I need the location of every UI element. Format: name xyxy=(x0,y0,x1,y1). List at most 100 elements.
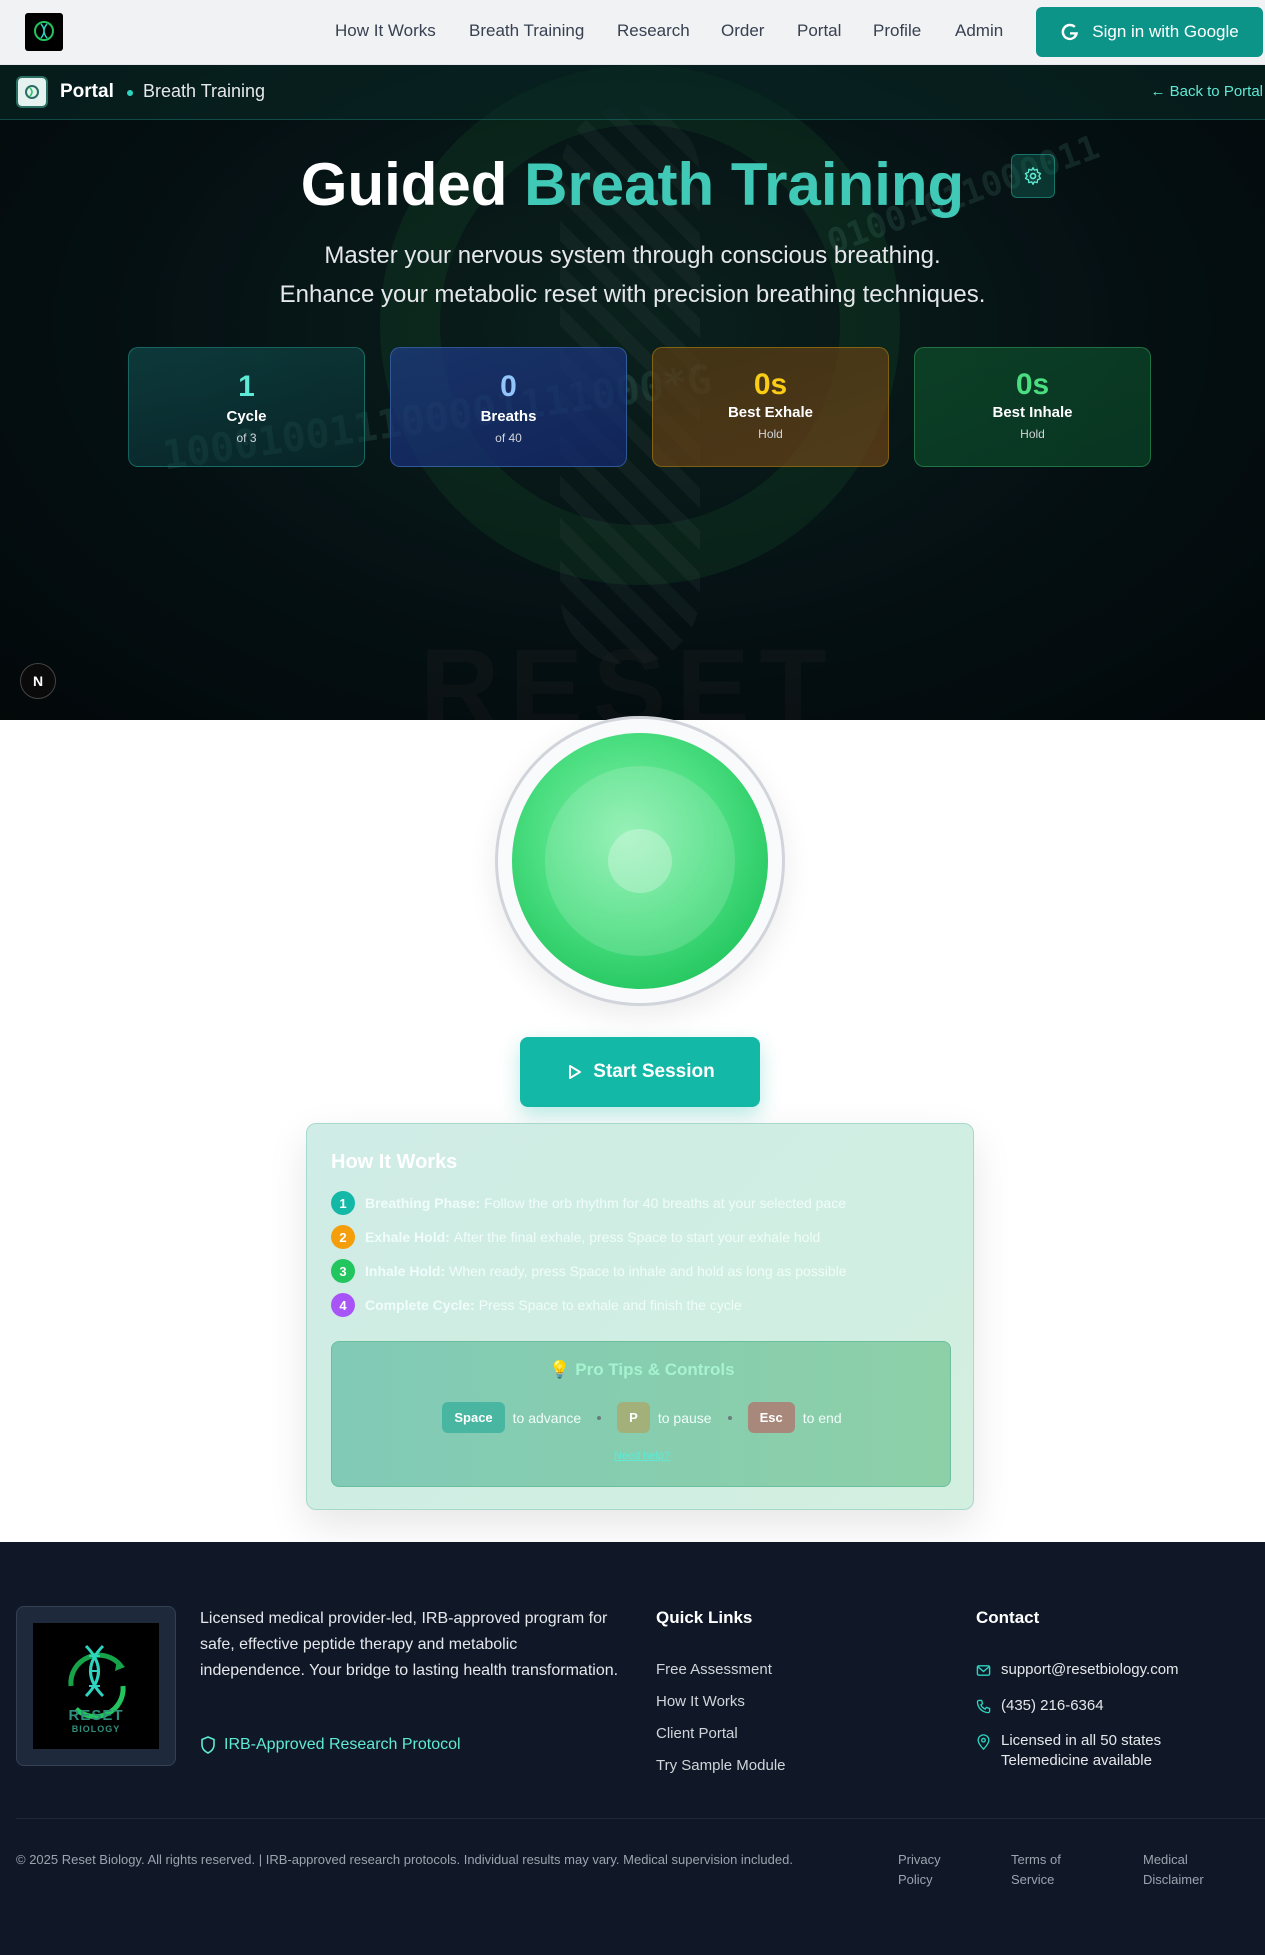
stat-card-cycle: 1 Cycle of 3 xyxy=(128,347,365,467)
step-text: When ready, press Space to inhale and ho… xyxy=(449,1263,847,1279)
breadcrumb-current-page: Breath Training xyxy=(143,81,266,101)
step-title: Complete Cycle: xyxy=(365,1297,475,1313)
privacy-policy-link[interactable]: Privacy Policy xyxy=(898,1850,978,1890)
breath-orb-core xyxy=(608,829,672,893)
stat-card-best-exhale: 0s Best Exhale Hold xyxy=(652,347,889,467)
step-item: 1 Breathing Phase: Follow the orb rhythm… xyxy=(331,1191,846,1215)
breadcrumb-portal[interactable]: Portal xyxy=(60,81,114,103)
portal-logo-icon xyxy=(16,76,48,108)
step-number: 1 xyxy=(331,1191,355,1215)
key-esc: Esc xyxy=(747,1402,795,1433)
hero-subtitle-2: Enhance your metabolic reset with precis… xyxy=(279,281,986,308)
step-item: 3 Inhale Hold: When ready, press Space t… xyxy=(331,1259,847,1283)
contact-email[interactable]: support@resetbiology.com xyxy=(976,1661,1179,1678)
back-to-portal-link[interactable]: ← Back to Portal xyxy=(1150,83,1263,100)
step-title: Exhale Hold: xyxy=(365,1229,450,1245)
sign-in-label: Sign in with Google xyxy=(1092,22,1239,41)
play-icon xyxy=(569,1065,582,1079)
step-title: Inhale Hold: xyxy=(365,1263,446,1279)
footer-link-how-it-works[interactable]: How It Works xyxy=(656,1693,745,1710)
contact-phone-text: (435) 216-6364 xyxy=(1001,1697,1104,1714)
nav-how-it-works[interactable]: How It Works xyxy=(335,21,436,41)
stat-label: Cycle xyxy=(226,408,267,425)
pro-tips-title: 💡 Pro Tips & Controls xyxy=(549,1360,735,1379)
step-text: Follow the orb rhythm for 40 breaths at … xyxy=(484,1195,846,1211)
sign-in-google-button[interactable]: Sign in with Google xyxy=(1036,7,1263,57)
page-title-part-2: Breath Training xyxy=(524,151,965,218)
stat-sub: Hold xyxy=(1020,427,1045,441)
stat-sub: of 40 xyxy=(495,431,522,445)
stat-label: Breaths xyxy=(480,408,537,425)
contact-title: Contact xyxy=(976,1608,1040,1627)
mail-icon xyxy=(976,1665,991,1676)
key-desc: to end xyxy=(802,1409,842,1426)
step-number: 3 xyxy=(331,1259,355,1283)
how-it-works-title: How It Works xyxy=(331,1151,458,1173)
footer-logo: RESET BIOLOGY xyxy=(16,1606,176,1766)
key-space: Space xyxy=(442,1402,505,1433)
nav-research[interactable]: Research xyxy=(617,21,690,41)
start-session-label: Start Session xyxy=(593,1061,715,1082)
footer-link-free-assessment[interactable]: Free Assessment xyxy=(656,1661,772,1678)
footer-link-client-portal[interactable]: Client Portal xyxy=(656,1725,738,1742)
step-number: 4 xyxy=(331,1293,355,1317)
nav-admin[interactable]: Admin xyxy=(955,21,1003,41)
need-help-link[interactable]: Need help? xyxy=(332,1450,952,1462)
stat-value: 1 xyxy=(238,370,255,403)
nav-profile[interactable]: Profile xyxy=(873,21,921,41)
footer-link-sample-module[interactable]: Try Sample Module xyxy=(656,1757,786,1774)
footer-description: Licensed medical provider-led, IRB-appro… xyxy=(200,1610,619,1679)
terms-of-service-link[interactable]: Terms of Service xyxy=(1011,1850,1091,1890)
top-nav: How It Works Breath Training Research Or… xyxy=(0,0,1265,65)
nav-portal[interactable]: Portal xyxy=(797,21,841,41)
irb-badge: IRB-Approved Research Protocol xyxy=(200,1736,461,1754)
dna-logo-icon xyxy=(34,21,54,41)
nextjs-badge[interactable]: N xyxy=(20,663,56,699)
stat-card-best-inhale: 0s Best Inhale Hold xyxy=(914,347,1151,467)
telemedicine-text: Telemedicine available xyxy=(1001,1752,1152,1769)
step-item: 4 Complete Cycle: Press Space to exhale … xyxy=(331,1293,742,1317)
hero-section: 01001011000011 100010011100001111000*G R… xyxy=(0,65,1265,720)
gear-icon xyxy=(1024,167,1042,185)
quick-links-title: Quick Links xyxy=(656,1608,753,1627)
settings-button[interactable] xyxy=(1011,154,1055,198)
page-title-part-1: Guided xyxy=(300,151,508,218)
step-number: 2 xyxy=(331,1225,355,1249)
footer-divider xyxy=(16,1818,1265,1819)
how-it-works-card: How It Works 1 Breathing Phase: Follow t… xyxy=(306,1123,974,1510)
google-icon xyxy=(1061,23,1079,41)
breadcrumb: Portal Breath Training ← Back to Portal xyxy=(0,65,1265,120)
stat-value: 0s xyxy=(1015,368,1050,401)
nav-order[interactable]: Order xyxy=(721,21,764,41)
start-session-button[interactable]: Start Session xyxy=(520,1037,760,1107)
step-title: Breathing Phase: xyxy=(365,1195,481,1211)
stat-sub: Hold xyxy=(758,427,783,441)
key-desc: to pause xyxy=(657,1409,712,1426)
shield-icon xyxy=(201,1736,215,1754)
stat-card-breaths: 0 Breaths of 40 xyxy=(390,347,627,467)
step-item: 2 Exhale Hold: After the final exhale, p… xyxy=(331,1225,820,1249)
stat-label: Best Exhale xyxy=(727,404,814,421)
stat-label: Best Inhale xyxy=(992,404,1073,421)
key-desc: to advance xyxy=(512,1409,582,1426)
page-title: Guided Breath Training xyxy=(0,150,1265,219)
hero-subtitle-1: Master your nervous system through consc… xyxy=(324,242,941,269)
contact-phone[interactable]: (435) 216-6364 xyxy=(976,1697,1104,1714)
license-text: Licensed in all 50 states xyxy=(1001,1732,1162,1749)
logo[interactable] xyxy=(25,13,63,51)
contact-license: Licensed in all 50 states Telemedicine a… xyxy=(976,1731,1161,1771)
phone-icon xyxy=(976,1699,991,1714)
nav-breath-training[interactable]: Breath Training xyxy=(469,21,584,41)
step-text: After the final exhale, press Space to s… xyxy=(453,1229,821,1245)
stat-value: 0s xyxy=(753,368,788,401)
stat-value: 0 xyxy=(500,370,517,403)
footer-logo-text: RESET xyxy=(68,1707,124,1724)
irb-label: IRB-Approved Research Protocol xyxy=(224,1736,461,1753)
contact-email-text: support@resetbiology.com xyxy=(1001,1661,1179,1678)
step-text: Press Space to exhale and finish the cyc… xyxy=(478,1297,742,1313)
medical-disclaimer-link[interactable]: Medical Disclaimer xyxy=(1143,1850,1233,1890)
footer: RESET BIOLOGY Licensed medical provider-… xyxy=(0,1542,1265,1955)
footer-logo-subtext: BIOLOGY xyxy=(71,1724,121,1734)
pro-tips-panel: 💡 Pro Tips & Controls Space to advance P… xyxy=(331,1341,951,1487)
map-pin-icon xyxy=(977,1734,990,1750)
